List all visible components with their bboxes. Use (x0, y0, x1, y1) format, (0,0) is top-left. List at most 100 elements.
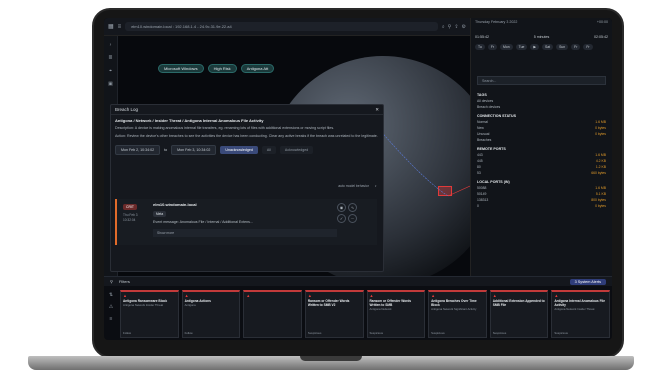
pin-icon[interactable]: ⌖ (109, 68, 112, 74)
card-footer[interactable]: Follow (123, 331, 131, 335)
time-start: 01:55:42 (475, 35, 489, 39)
toggle-icon[interactable]: ◐ (375, 184, 377, 188)
alert-card[interactable]: ▲ Additional Extension Appended to SMB Fi… (489, 290, 549, 338)
auto-model-toggle[interactable]: auto model behavior ◐ (338, 184, 377, 188)
ack-icon[interactable]: ✓ (337, 214, 346, 223)
right-panel: Thursday February 3 2022 +00:00 01:55:42… (470, 18, 612, 276)
play-control-6[interactable]: Sun (556, 44, 569, 50)
more-icon[interactable]: ⋯ (348, 214, 357, 223)
section-title[interactable]: LOCAL PORTS (IN) (471, 176, 612, 185)
play-controls: Tu Fr Mon Tue ▶ Sat Sun Fr Fr (471, 40, 612, 54)
play-control-1[interactable]: Fr (487, 44, 498, 50)
breach-log-title: Breach Log (115, 107, 139, 112)
alert-icon[interactable]: ⚠ (109, 304, 113, 310)
play-control-2[interactable]: Mon (500, 44, 513, 50)
play-control-3[interactable]: Tue (515, 44, 528, 50)
tab-acknowledged[interactable]: Acknowledged (279, 146, 314, 154)
card-footer[interactable]: Suspicious (370, 331, 384, 335)
date-to[interactable]: Mon Feb 3, 10:34:02 (171, 145, 217, 155)
section-row[interactable]: 0 0 bytes (471, 203, 612, 209)
filter-icon[interactable]: ⚲ (110, 279, 113, 284)
row-label: 50149 (477, 192, 487, 196)
view-icon[interactable]: ◉ (337, 203, 346, 212)
menu-icon[interactable]: ≡ (118, 24, 122, 30)
expand-icon[interactable]: › (110, 42, 112, 48)
card-footer[interactable]: Follow (185, 331, 193, 335)
entry-time: 10:32:04 (123, 218, 136, 222)
entry-message: Event message: Anomalous File / Internal… (153, 220, 253, 224)
list-icon[interactable]: ≡ (110, 316, 113, 322)
laptop-notch (300, 356, 362, 361)
share-icon[interactable]: ⇪ (454, 24, 458, 30)
warning-icon: ▲ (246, 293, 251, 298)
row-label: Breach devices (477, 105, 501, 109)
play-control-4[interactable]: ▶ (530, 44, 539, 50)
alert-card[interactable]: ▲ Ransom or Offender Words Written to SMB… (366, 290, 426, 338)
sort-icon[interactable]: ⇅ (109, 292, 113, 298)
bottom-rail: ⇅ ⚠ ≡ (104, 288, 118, 340)
alert-card[interactable]: ▲ Antigona Ransomware Block Antigona Netwo… (120, 290, 179, 338)
breach-action: Action: Review the device's other breach… (115, 134, 378, 138)
breach-entry[interactable]: CRIT Thu Feb 3 10:32:04 elm10.windomain.… (115, 199, 377, 245)
card-subtitle: Antigona Network (369, 307, 392, 311)
show-more-button[interactable]: Show more (153, 229, 337, 237)
filter-icon[interactable]: ⚲ (448, 24, 452, 30)
card-footer[interactable]: Suspicious (308, 331, 322, 335)
warning-icon: ▲ (431, 293, 436, 298)
row-value: 660 bytes (591, 171, 606, 175)
row-value: 1.2 KB (595, 165, 606, 169)
filters-label[interactable]: Filters (119, 279, 130, 284)
row-value: 0 bytes (595, 132, 606, 136)
alert-card[interactable]: ▲ Antigona Actions Antigona Follow (181, 290, 241, 338)
row-label: Breaches (477, 138, 492, 142)
card-title: Antigona Breaches Over Time Block (431, 299, 477, 307)
section-title[interactable]: REMOTE PORTS (471, 143, 612, 152)
close-icon[interactable]: ✕ (375, 107, 379, 113)
current-date: Thursday February 3 2022 (475, 20, 518, 24)
card-title: Antigona Internal Anomalous File Activit… (554, 299, 606, 307)
layers-icon[interactable]: ≣ (108, 55, 112, 61)
play-control-8[interactable]: Fr (583, 44, 593, 50)
card-footer[interactable]: Suspicious (493, 331, 507, 335)
card-footer[interactable]: Suspicious (554, 331, 568, 335)
alert-card[interactable]: ▲ (243, 290, 302, 338)
play-control-7[interactable]: Fr (571, 44, 581, 50)
card-footer[interactable]: Suspicious (431, 331, 445, 335)
date-sep: to (164, 148, 168, 152)
auto-label: auto model behavior (338, 184, 369, 188)
breach-headline: Antigona / Network / Insider Threat / An… (115, 118, 264, 123)
row-label: New (477, 126, 484, 130)
play-control-0[interactable]: Tu (475, 44, 485, 50)
alert-card[interactable]: ▲ Ransom or Offender Words Written to SMB… (304, 290, 364, 338)
graph-icon[interactable]: ∿ (348, 203, 357, 212)
alert-card[interactable]: ▲ Antigona Breaches Over Time Block Antigo… (428, 290, 487, 338)
row-value: 5.1 KB (595, 192, 606, 196)
search-input[interactable]: Search... (477, 76, 606, 85)
severity-badge: CRIT (123, 204, 137, 210)
search-icon[interactable]: ⌕ (442, 24, 445, 30)
warning-icon: ▲ (307, 293, 312, 298)
tab-all[interactable]: All (261, 146, 276, 154)
tab-unacknowledged[interactable]: Unacknowledged (220, 146, 258, 154)
entry-host[interactable]: elm10.windomain.local (153, 202, 197, 207)
system-alerts-button[interactable]: 3 System Alerts (569, 278, 606, 285)
alert-card[interactable]: ▲ Antigona Internal Anomalous File Activi… (551, 290, 610, 338)
warning-icon: ▲ (554, 293, 559, 298)
row-value: 1.6 MB (595, 153, 606, 157)
device-icon[interactable]: ▣ (108, 81, 113, 87)
grid-icon[interactable]: ▦ (108, 23, 114, 30)
settings-icon[interactable]: ⚙ (462, 24, 466, 30)
warning-icon: ▲ (123, 293, 127, 298)
section-title[interactable]: TAGS (471, 89, 612, 98)
section-title[interactable]: CONNECTION STATUS (471, 110, 612, 119)
play-control-5[interactable]: Sat (541, 44, 554, 50)
date-from[interactable]: Mon Feb 2, 10:34:02 (115, 145, 161, 155)
card-title: Ransom or Offender Words Written to SMB … (307, 299, 350, 307)
time-header: Thursday February 3 2022 +00:00 (471, 18, 612, 34)
row-value: 0 bytes (595, 126, 606, 130)
filters-bar: ⚲ Filters 3 System Alerts (104, 276, 612, 286)
address-bar[interactable]: elm10.windomain.local : 192.168.1.4 - 24… (125, 22, 438, 31)
row-label: 80 (477, 165, 481, 169)
time-window: 5 minutes (533, 35, 550, 39)
row-label: 443 (477, 153, 483, 157)
